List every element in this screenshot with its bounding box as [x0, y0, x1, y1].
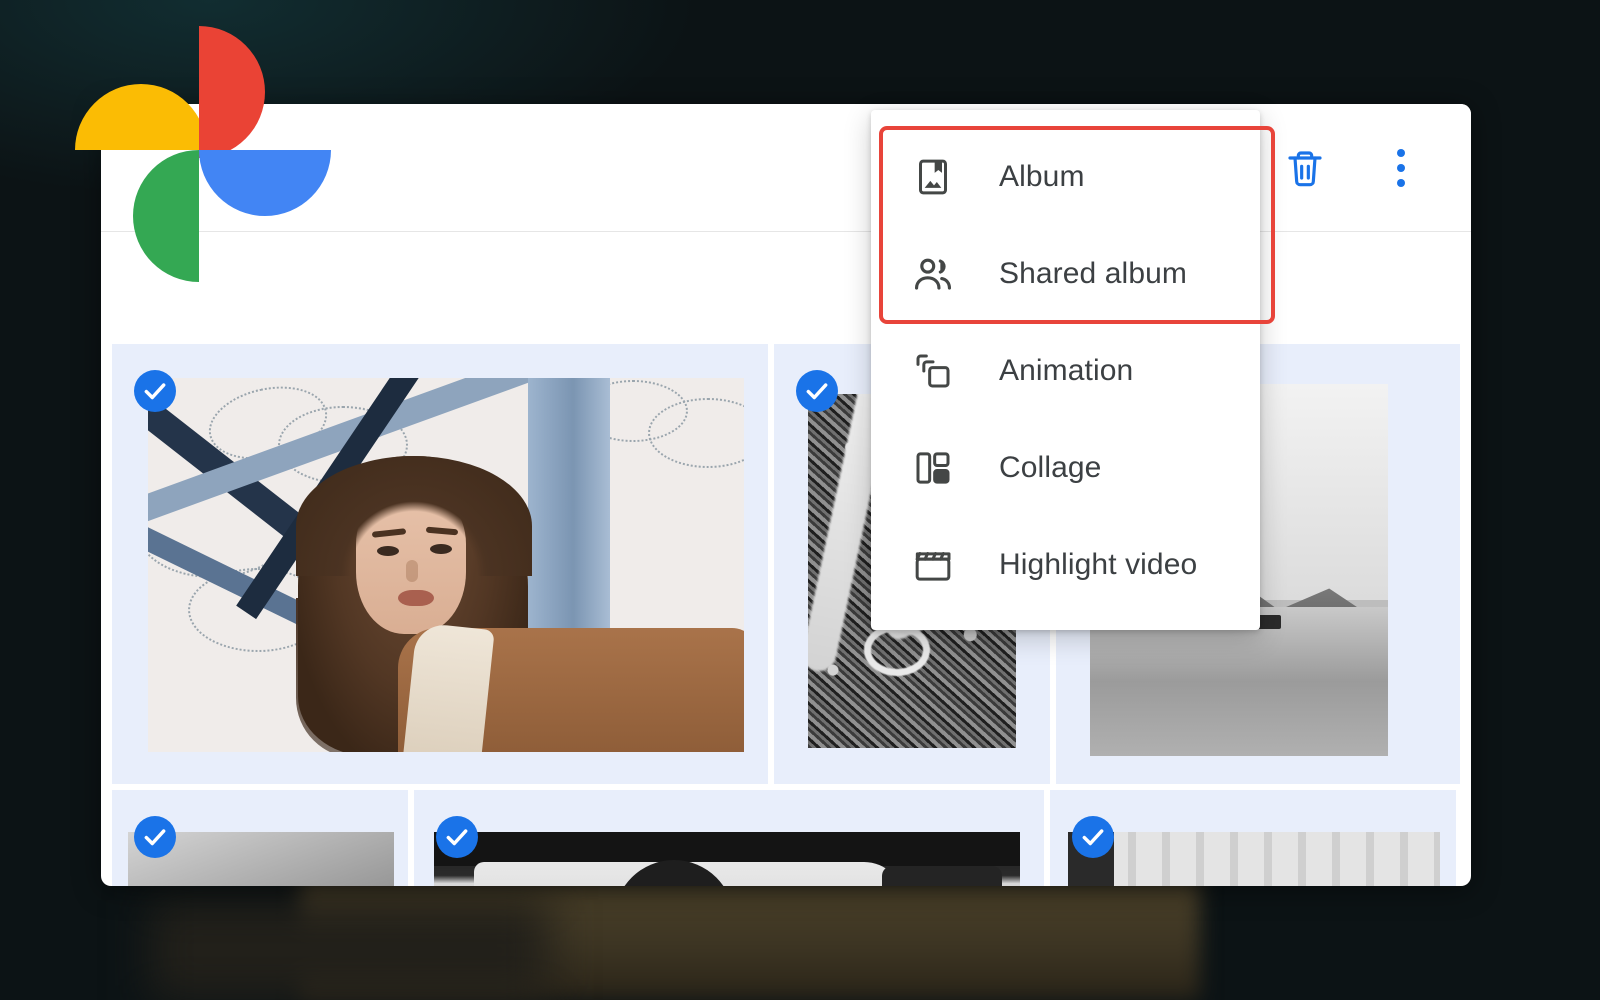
- menu-item-animation[interactable]: Animation: [871, 322, 1260, 419]
- create-menu: Album Shared album Animation Collage Hig…: [871, 110, 1260, 630]
- photo-tile[interactable]: [1050, 790, 1456, 886]
- menu-item-label: Album: [999, 159, 1085, 193]
- menu-item-label: Shared album: [999, 256, 1187, 290]
- menu-item-shared-album[interactable]: Shared album: [871, 225, 1260, 322]
- check-circle-icon[interactable]: [436, 816, 478, 858]
- logo-petal-green: [133, 150, 199, 282]
- logo-petal-yellow: [75, 84, 207, 150]
- photo-tile[interactable]: [414, 790, 1044, 886]
- clapperboard-icon: [912, 544, 954, 586]
- check-circle-icon[interactable]: [1072, 816, 1114, 858]
- delete-button[interactable]: [1279, 142, 1331, 194]
- photo-thumbnail: [1068, 832, 1440, 886]
- kebab-menu-icon: [1397, 148, 1405, 187]
- stacked-frames-icon: [912, 350, 954, 392]
- menu-item-collage[interactable]: Collage: [871, 419, 1260, 516]
- menu-item-label: Collage: [999, 450, 1102, 484]
- menu-item-album[interactable]: Album: [871, 128, 1260, 225]
- photo-tile[interactable]: [112, 344, 768, 784]
- photo-thumbnail: [434, 832, 1020, 886]
- album-icon: [912, 156, 954, 198]
- menu-item-label: Animation: [999, 353, 1134, 387]
- check-circle-icon[interactable]: [134, 816, 176, 858]
- check-circle-icon[interactable]: [134, 370, 176, 412]
- backdrop-warm-glow-secondary: [150, 900, 550, 1000]
- logo-petal-red: [199, 26, 265, 158]
- check-circle-icon[interactable]: [796, 370, 838, 412]
- photo-tile[interactable]: [112, 790, 408, 886]
- photo-thumbnail: [148, 378, 744, 752]
- screenshot-backdrop: Album Shared album Animation Collage Hig…: [0, 0, 1600, 1000]
- collage-icon: [912, 447, 954, 489]
- menu-item-label: Highlight video: [999, 547, 1198, 581]
- logo-petal-blue: [199, 150, 331, 216]
- more-options-button[interactable]: [1375, 142, 1427, 194]
- menu-item-highlight-video[interactable]: Highlight video: [871, 516, 1260, 613]
- people-icon: [912, 253, 954, 295]
- google-photos-pinwheel-icon: [75, 26, 331, 282]
